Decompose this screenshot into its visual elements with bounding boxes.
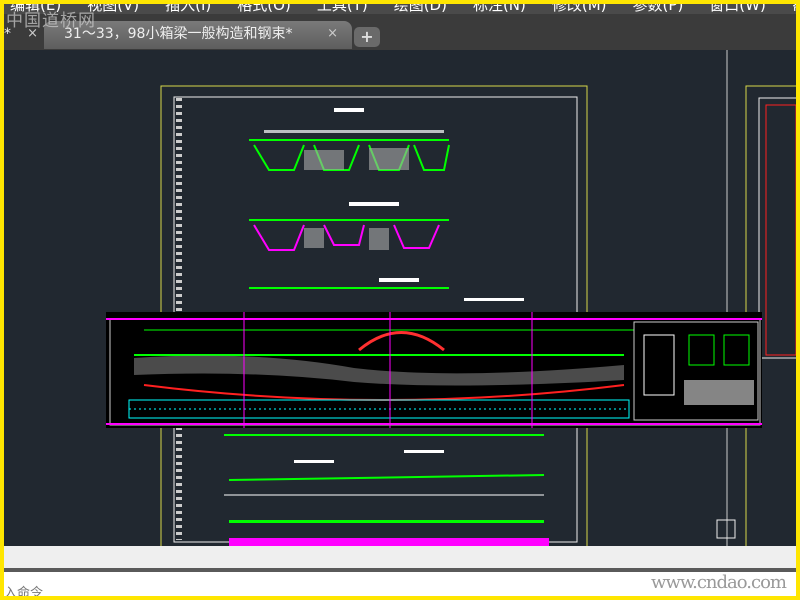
elevation-view bbox=[106, 312, 762, 428]
menu-insert[interactable]: 插入(I) bbox=[165, 4, 237, 14]
longitudinal-views bbox=[224, 434, 549, 546]
menu-help[interactable]: 帮 bbox=[792, 4, 796, 14]
sheet-right bbox=[716, 50, 796, 557]
site-watermark: www.cndao.com bbox=[651, 572, 787, 593]
menu-dimension[interactable]: 标注(N) bbox=[473, 4, 552, 14]
menu-bar: 编辑(E) 视图(V) 插入(I) 格式(O) 工具(T) 绘图(D) 标注(N… bbox=[4, 4, 796, 14]
tab-label: 31～33，98小箱梁一般构造和钢束* bbox=[64, 26, 293, 42]
cross-sections bbox=[249, 108, 524, 301]
menu-modify[interactable]: 修改(M) bbox=[552, 4, 633, 14]
watermark-logo: 中国道桥网 bbox=[6, 11, 96, 31]
menu-window[interactable]: 窗口(W) bbox=[709, 4, 792, 14]
command-history bbox=[4, 546, 796, 568]
menu-view[interactable]: 视图(V) bbox=[87, 4, 165, 14]
command-prompt[interactable]: 入命令 bbox=[4, 582, 43, 596]
close-tab-icon[interactable]: × bbox=[327, 21, 338, 47]
menu-tools[interactable]: 工具(T) bbox=[317, 4, 394, 14]
menu-format[interactable]: 格式(O) bbox=[237, 4, 317, 14]
menu-parametric[interactable]: 参数(P) bbox=[633, 4, 710, 14]
new-tab-button[interactable]: + bbox=[354, 27, 380, 47]
cad-drawing bbox=[106, 50, 796, 557]
cad-window: 编辑(E) 视图(V) 插入(I) 格式(O) 工具(T) 绘图(D) 标注(N… bbox=[4, 4, 796, 596]
document-tab-bar: * × 31～33，98小箱梁一般构造和钢束* × + bbox=[4, 14, 796, 50]
drawing-canvas[interactable] bbox=[4, 50, 796, 557]
command-line[interactable]: 入命令 www.cndao.com bbox=[4, 572, 796, 596]
menu-draw[interactable]: 绘图(D) bbox=[394, 4, 473, 14]
